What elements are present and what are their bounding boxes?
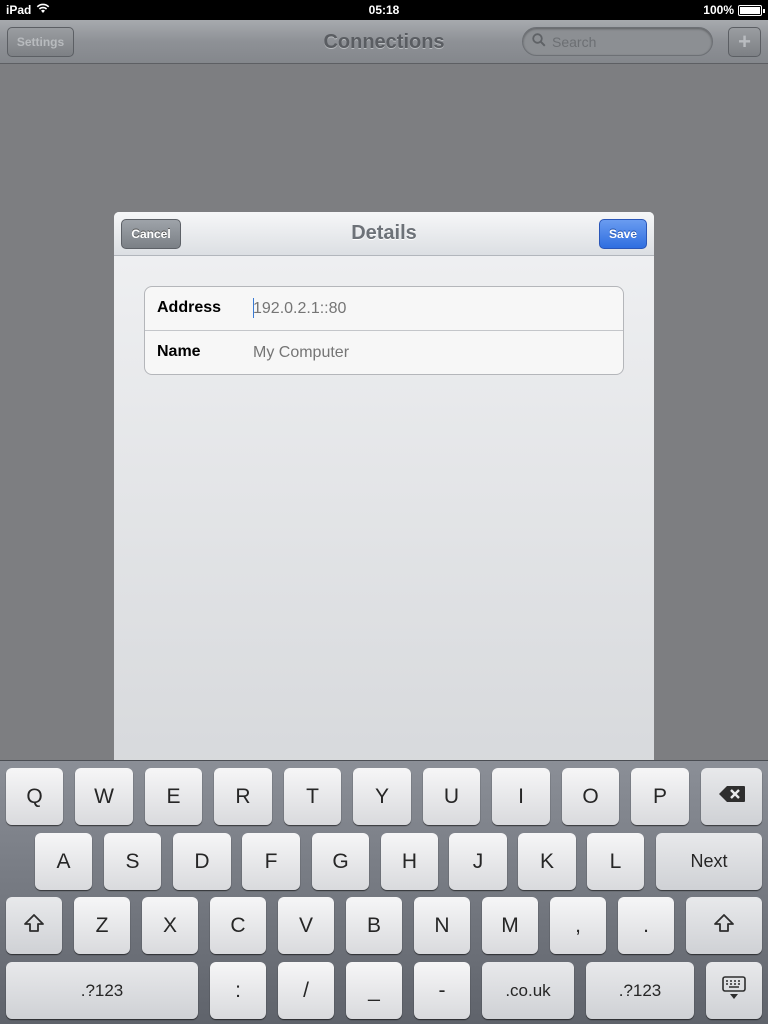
search-placeholder: Search bbox=[552, 33, 597, 50]
battery-percent: 100% bbox=[703, 3, 734, 17]
details-modal: Cancel Details Save Address Name bbox=[114, 212, 654, 772]
details-form: Address Name bbox=[144, 286, 624, 375]
key-colon[interactable]: : bbox=[210, 962, 266, 1019]
status-time: 05:18 bbox=[368, 3, 400, 17]
key-i[interactable]: I bbox=[492, 768, 550, 825]
shift-key-left[interactable] bbox=[6, 897, 62, 954]
shift-key-right[interactable] bbox=[686, 897, 762, 954]
text-cursor bbox=[253, 298, 254, 318]
name-row: Name bbox=[145, 331, 623, 375]
key-s[interactable]: S bbox=[104, 833, 161, 890]
save-button[interactable]: Save bbox=[599, 219, 647, 249]
shift-icon bbox=[23, 913, 45, 939]
key-j[interactable]: J bbox=[449, 833, 507, 890]
backspace-key[interactable] bbox=[701, 768, 762, 825]
key-x[interactable]: X bbox=[142, 897, 198, 954]
key-b[interactable]: B bbox=[346, 897, 402, 954]
name-field[interactable] bbox=[253, 344, 603, 362]
key-q[interactable]: Q bbox=[6, 768, 63, 825]
add-button[interactable]: + bbox=[728, 27, 761, 57]
key-dot-co-uk[interactable]: .co.uk bbox=[482, 962, 574, 1019]
keyboard-dismiss-icon bbox=[721, 975, 747, 1007]
key-slash[interactable]: / bbox=[278, 962, 334, 1019]
key-r[interactable]: R bbox=[214, 768, 272, 825]
modal-title: Details bbox=[351, 222, 417, 244]
name-label: Name bbox=[157, 343, 201, 360]
key-n[interactable]: N bbox=[414, 897, 470, 954]
battery-icon bbox=[738, 4, 765, 16]
backspace-icon bbox=[718, 785, 746, 809]
key-comma[interactable]: , bbox=[550, 897, 606, 954]
status-bar: iPad 05:18 100% bbox=[0, 0, 768, 20]
hide-keyboard-key[interactable] bbox=[706, 962, 762, 1019]
address-row: Address bbox=[145, 287, 623, 331]
numbers-key-right[interactable]: .?123 bbox=[586, 962, 694, 1019]
key-d[interactable]: D bbox=[173, 833, 231, 890]
key-w[interactable]: W bbox=[75, 768, 133, 825]
key-period[interactable]: . bbox=[618, 897, 674, 954]
key-l[interactable]: L bbox=[587, 833, 644, 890]
key-u[interactable]: U bbox=[423, 768, 480, 825]
on-screen-keyboard: Q W E R T Y U I O P A S D F G H J K L Ne… bbox=[0, 760, 768, 1024]
key-p[interactable]: P bbox=[631, 768, 689, 825]
key-g[interactable]: G bbox=[312, 833, 369, 890]
key-f[interactable]: F bbox=[242, 833, 300, 890]
numbers-key-left[interactable]: .?123 bbox=[6, 962, 198, 1019]
shift-icon bbox=[713, 913, 735, 939]
key-k[interactable]: K bbox=[518, 833, 576, 890]
key-c[interactable]: C bbox=[210, 897, 266, 954]
key-e[interactable]: E bbox=[145, 768, 202, 825]
navigation-bar: Settings Connections Search + bbox=[0, 20, 768, 64]
search-icon bbox=[532, 33, 546, 50]
key-m[interactable]: M bbox=[482, 897, 538, 954]
key-z[interactable]: Z bbox=[74, 897, 130, 954]
address-label: Address bbox=[157, 299, 222, 316]
key-v[interactable]: V bbox=[278, 897, 334, 954]
key-underscore[interactable]: _ bbox=[346, 962, 402, 1019]
key-h[interactable]: H bbox=[381, 833, 438, 890]
key-y[interactable]: Y bbox=[353, 768, 411, 825]
key-a[interactable]: A bbox=[35, 833, 92, 890]
address-field[interactable] bbox=[253, 300, 603, 318]
modal-navigation-bar: Cancel Details Save bbox=[114, 212, 654, 256]
next-key[interactable]: Next bbox=[656, 833, 762, 890]
key-o[interactable]: O bbox=[562, 768, 619, 825]
search-input[interactable]: Search bbox=[522, 27, 713, 56]
key-t[interactable]: T bbox=[284, 768, 341, 825]
key-hyphen[interactable]: - bbox=[414, 962, 470, 1019]
